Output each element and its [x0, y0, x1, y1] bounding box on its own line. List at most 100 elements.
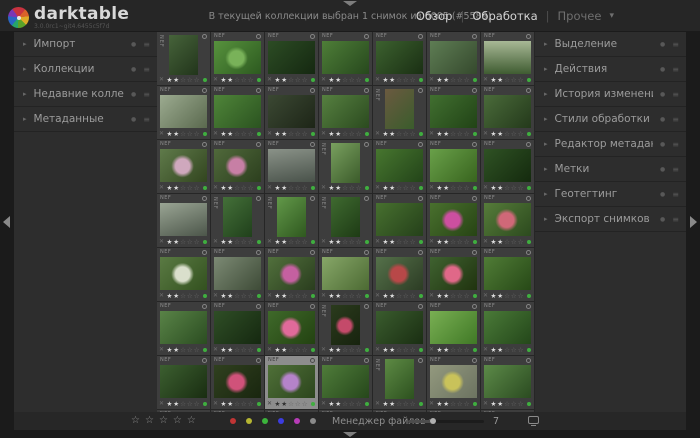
group-icon[interactable] — [310, 304, 315, 309]
group-icon[interactable] — [472, 34, 477, 39]
thumbnail-cell[interactable]: NEF ✕ ★★☆☆☆ — [373, 248, 426, 301]
star-rating[interactable]: ★★☆☆☆ — [380, 77, 419, 84]
star-rating[interactable]: ★★☆☆☆ — [272, 293, 311, 300]
star-rating[interactable]: ★★☆☆☆ — [164, 185, 203, 192]
thumbnail-cell[interactable]: NEF ✕ ★★☆☆☆ — [265, 86, 318, 139]
star-rating[interactable]: ★★☆☆☆ — [380, 131, 419, 138]
thumbnail-cell[interactable]: NEF ✕ ★★☆☆☆ — [157, 140, 210, 193]
group-icon[interactable] — [526, 196, 531, 201]
star-rating[interactable]: ★★☆☆☆ — [380, 293, 419, 300]
star-rating[interactable]: ★★☆☆☆ — [380, 239, 419, 246]
group-icon[interactable] — [310, 250, 315, 255]
star-rating[interactable]: ★★☆☆☆ — [488, 293, 527, 300]
thumbnail-cell[interactable]: NEF ✕ ★★☆☆☆ — [265, 302, 318, 355]
thumbnail-cell[interactable]: NEF ✕ ★★☆☆☆ — [427, 140, 480, 193]
filter-star-icon[interactable]: ☆ — [187, 415, 196, 426]
group-icon[interactable] — [256, 358, 261, 363]
star-rating[interactable]: ★★☆☆☆ — [434, 77, 473, 84]
thumbnail-cell[interactable]: NEF ✕ ★★☆☆☆ — [319, 32, 372, 85]
group-icon[interactable] — [418, 88, 423, 93]
group-icon[interactable] — [364, 304, 369, 309]
group-icon[interactable] — [310, 358, 315, 363]
expander-arrow-icon[interactable]: ▸ — [544, 65, 548, 73]
star-rating[interactable]: ★★☆☆☆ — [164, 239, 203, 246]
star-rating[interactable]: ★★☆☆☆ — [272, 401, 311, 408]
group-icon[interactable] — [526, 304, 531, 309]
module-metadata-editor[interactable]: ▸ Редактор метаданных ● ≡ — [535, 132, 686, 157]
presets-menu-icon[interactable]: ≡ — [672, 115, 679, 124]
module-actions[interactable]: ▸ Действия ● ≡ — [535, 57, 686, 82]
presets-menu-icon[interactable]: ≡ — [672, 65, 679, 74]
star-rating[interactable]: ★★☆☆☆ — [164, 293, 203, 300]
star-rating[interactable]: ★★☆☆☆ — [218, 239, 257, 246]
reset-icon[interactable]: ● — [660, 66, 665, 73]
presets-menu-icon[interactable]: ≡ — [672, 140, 679, 149]
thumbnail-cell[interactable]: NEF ✕ ★★☆☆☆ — [427, 194, 480, 247]
thumbnail-cell[interactable]: NEF ✕ ★★☆☆☆ — [481, 140, 534, 193]
view-darkroom[interactable]: Обработка — [472, 9, 537, 23]
bottom-panel-collapse-icon[interactable] — [343, 432, 357, 437]
view-lighttable[interactable]: Обзор — [416, 9, 453, 23]
star-rating[interactable]: ★★☆☆☆ — [380, 401, 419, 408]
star-rating[interactable]: ★★☆☆☆ — [326, 401, 365, 408]
star-rating[interactable]: ★★☆☆☆ — [326, 185, 365, 192]
group-icon[interactable] — [418, 304, 423, 309]
reset-icon[interactable]: ● — [660, 116, 665, 123]
top-panel-collapse-icon[interactable] — [343, 1, 357, 6]
expander-arrow-icon[interactable]: ▸ — [544, 140, 548, 148]
star-rating[interactable]: ★★☆☆☆ — [272, 347, 311, 354]
star-rating[interactable]: ★★☆☆☆ — [164, 347, 203, 354]
group-icon[interactable] — [310, 34, 315, 39]
module-styles[interactable]: ▸ Стили обработки ● ≡ — [535, 107, 686, 132]
star-rating[interactable]: ★★☆☆☆ — [272, 77, 311, 84]
star-rating[interactable]: ★★☆☆☆ — [326, 131, 365, 138]
star-rating[interactable]: ★★☆☆☆ — [164, 401, 203, 408]
group-icon[interactable] — [202, 142, 207, 147]
color-label-filter-dot[interactable] — [278, 418, 284, 424]
thumbnail-cell[interactable]: NEF ✕ ★★☆☆☆ — [211, 140, 264, 193]
star-rating[interactable]: ★★☆☆☆ — [326, 293, 365, 300]
star-rating[interactable]: ★★☆☆☆ — [488, 185, 527, 192]
reset-icon[interactable]: ● — [660, 216, 665, 223]
presets-menu-icon[interactable]: ≡ — [672, 215, 679, 224]
module-select[interactable]: ▸ Выделение ● ≡ — [535, 32, 686, 57]
star-rating[interactable]: ★★☆☆☆ — [488, 239, 527, 246]
expander-arrow-icon[interactable]: ▸ — [23, 90, 27, 98]
group-icon[interactable] — [472, 358, 477, 363]
group-icon[interactable] — [526, 358, 531, 363]
thumbnail-cell[interactable]: NEF ✕ ★★☆☆☆ — [319, 248, 372, 301]
group-icon[interactable] — [310, 88, 315, 93]
module-collections[interactable]: ▸ Коллекции ● ≡ — [14, 57, 157, 82]
thumbnail-cell[interactable]: NEF ✕ ★★☆☆☆ — [427, 302, 480, 355]
reset-icon[interactable]: ● — [131, 66, 136, 73]
expander-arrow-icon[interactable]: ▸ — [544, 190, 548, 198]
presets-menu-icon[interactable]: ≡ — [672, 40, 679, 49]
group-icon[interactable] — [364, 88, 369, 93]
expander-arrow-icon[interactable]: ▸ — [23, 115, 27, 123]
star-rating[interactable]: ★★☆☆☆ — [218, 77, 257, 84]
thumbnail-cell[interactable]: NEF ✕ ★★☆☆☆ — [265, 140, 318, 193]
star-rating[interactable]: ★★☆☆☆ — [434, 401, 473, 408]
reset-icon[interactable]: ● — [660, 91, 665, 98]
rating-filter[interactable]: ☆☆☆☆☆ — [131, 415, 196, 426]
zoom-slider-knob[interactable] — [430, 418, 436, 424]
display-profile-icon[interactable] — [528, 416, 539, 424]
expander-arrow-icon[interactable]: ▸ — [23, 40, 27, 48]
thumbnail-cell[interactable]: NEF ✕ ★★☆☆☆ — [211, 248, 264, 301]
star-rating[interactable]: ★★☆☆☆ — [434, 347, 473, 354]
thumbnail-cell[interactable]: NEF ✕ ★★☆☆☆ — [481, 356, 534, 409]
expander-arrow-icon[interactable]: ▸ — [23, 65, 27, 73]
module-import[interactable]: ▸ Импорт ● ≡ — [14, 32, 157, 57]
group-icon[interactable] — [418, 250, 423, 255]
thumbnail-cell[interactable]: NEF ✕ ★★☆☆☆ — [211, 302, 264, 355]
group-icon[interactable] — [418, 196, 423, 201]
star-rating[interactable]: ★★☆☆☆ — [218, 401, 257, 408]
thumbnail-cell[interactable]: NEF ✕ ★★☆☆☆ — [265, 32, 318, 85]
thumbnail-cell[interactable]: NEF ✕ ★★☆☆☆ — [481, 32, 534, 85]
group-icon[interactable] — [202, 196, 207, 201]
expander-arrow-icon[interactable]: ▸ — [544, 215, 548, 223]
thumbnail-cell[interactable]: NEF ✕ ★★☆☆☆ — [319, 86, 372, 139]
reset-icon[interactable]: ● — [660, 141, 665, 148]
right-panel-collapse-icon[interactable] — [690, 216, 697, 228]
reset-icon[interactable]: ● — [131, 41, 136, 48]
